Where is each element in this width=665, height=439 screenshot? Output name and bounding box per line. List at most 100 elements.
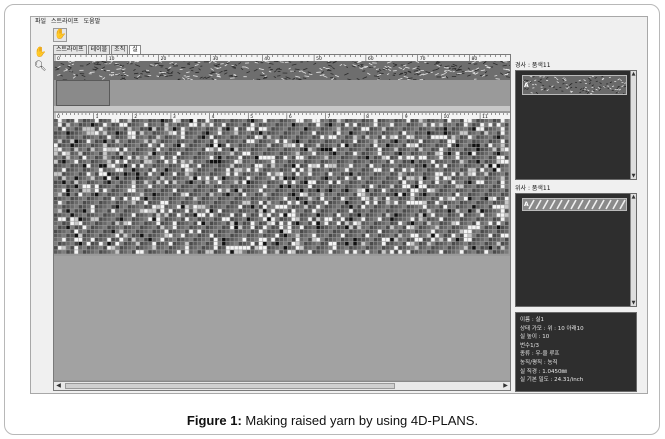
grid-cell xyxy=(361,246,365,250)
design-canvas[interactable]: 0 10 20 30 40 50 60 70 80 0 1 2 3 4 5 6 7 8 9 10 11 ◀ ▶ xyxy=(53,54,511,391)
grid-cell xyxy=(127,127,132,131)
grid-cell xyxy=(332,119,337,123)
grid-cell xyxy=(304,180,308,184)
weave-grid[interactable] xyxy=(54,119,510,256)
grid-cell xyxy=(66,160,70,164)
grid-cell xyxy=(74,250,78,254)
scroll-right-icon[interactable]: ▶ xyxy=(501,382,510,390)
grid-cell xyxy=(377,184,382,189)
grid-cell xyxy=(218,209,222,213)
grid-cell xyxy=(242,123,247,127)
warp-yarn-list[interactable]: A ▲ ▼ xyxy=(515,70,637,180)
grid-cell xyxy=(324,233,329,238)
menu-help[interactable]: 도움말 xyxy=(84,17,101,26)
grid-cell xyxy=(316,168,320,172)
scroll-down-icon[interactable]: ▼ xyxy=(631,300,636,306)
grid-cell xyxy=(386,196,390,201)
grid-cell xyxy=(70,151,74,156)
grid-cell xyxy=(455,172,460,176)
grid-cell xyxy=(78,233,83,238)
tab-stripe[interactable]: 스트라이프 xyxy=(53,45,87,54)
weft-yarn-thumbnail[interactable]: A xyxy=(522,198,627,211)
grid-cell xyxy=(242,176,247,180)
grid-cell xyxy=(312,221,316,225)
tab-table[interactable]: 테이블 xyxy=(87,45,111,54)
selection-box[interactable] xyxy=(56,80,110,106)
scroll-down-icon[interactable]: ▼ xyxy=(631,173,636,179)
grid-cell xyxy=(406,123,411,127)
hand-icon[interactable]: ✋ xyxy=(34,47,46,58)
scroll-up-icon[interactable]: ▲ xyxy=(631,71,636,77)
warp-list-scrollbar[interactable]: ▲ ▼ xyxy=(630,71,636,179)
grid-cell xyxy=(213,127,218,131)
grid-cell xyxy=(357,205,361,209)
grid-cell xyxy=(336,160,341,164)
horizontal-scrollbar[interactable]: ◀ ▶ xyxy=(54,381,510,390)
grid-cell xyxy=(472,155,476,160)
grid-cell xyxy=(131,201,136,205)
tab-weave[interactable]: 조직 xyxy=(111,45,129,54)
magnifier-icon[interactable]: 🔍︎ xyxy=(34,61,47,72)
grid-cell xyxy=(464,192,468,197)
grid-cell xyxy=(505,201,509,205)
grid-cell xyxy=(459,242,464,246)
grid-cell xyxy=(58,184,62,189)
tab-yarn[interactable]: 실 xyxy=(129,45,141,54)
grid-cell xyxy=(246,242,251,246)
grid-cell xyxy=(406,127,411,131)
grid-cell xyxy=(414,192,419,197)
grid-cell xyxy=(156,147,160,152)
grid-cell xyxy=(361,160,365,164)
grid-cell xyxy=(197,127,201,131)
grid-cell xyxy=(295,217,300,221)
grid-cell xyxy=(250,184,255,189)
menu-stripe[interactable]: 스트라이프 xyxy=(51,17,79,26)
grid-cell xyxy=(431,160,435,164)
grid-cell xyxy=(472,237,476,242)
grid-cell xyxy=(103,217,107,221)
grid-cell xyxy=(160,192,165,197)
grid-cell xyxy=(66,217,70,221)
grid-cell xyxy=(78,139,83,143)
warp-yarn-thumbnail[interactable]: A xyxy=(522,75,627,95)
grid-cell xyxy=(103,127,107,131)
grid-cell xyxy=(144,205,148,209)
grid-cell xyxy=(131,196,136,201)
grid-cell xyxy=(74,123,78,127)
grid-cell xyxy=(373,143,378,148)
grid-cell xyxy=(480,196,484,201)
menu-file[interactable]: 파일 xyxy=(35,17,46,26)
grid-cell xyxy=(181,237,185,242)
grid-cell xyxy=(451,250,456,254)
scroll-up-icon[interactable]: ▲ xyxy=(631,194,636,200)
grid-cell xyxy=(382,221,386,225)
weft-yarn-list[interactable]: A ▲ ▼ xyxy=(515,193,637,307)
grid-cell xyxy=(341,217,345,221)
grid-cell xyxy=(439,242,443,246)
grid-cell xyxy=(95,188,99,193)
grid-cell xyxy=(213,229,218,234)
empty-canvas-area[interactable] xyxy=(54,256,510,380)
grid-cell xyxy=(312,213,316,217)
grid-cell xyxy=(115,201,119,205)
weft-list-scrollbar[interactable]: ▲ ▼ xyxy=(630,194,636,306)
grid-cell xyxy=(304,168,308,172)
grid-cell xyxy=(168,135,173,139)
grid-cell xyxy=(357,192,361,197)
scroll-left-icon[interactable]: ◀ xyxy=(54,382,63,390)
grid-cell xyxy=(353,209,357,213)
grid-cell xyxy=(90,184,95,189)
grid-cell xyxy=(394,225,398,230)
grid-cell xyxy=(148,164,152,168)
grid-cell xyxy=(238,151,242,156)
grid-cell xyxy=(54,209,58,213)
scroll-thumb[interactable] xyxy=(65,383,395,389)
grid-cell xyxy=(308,242,312,246)
grid-cell xyxy=(201,192,206,197)
grid-cell xyxy=(66,172,70,176)
grid-cell xyxy=(230,196,234,201)
grid-cell xyxy=(168,237,173,242)
hand-tool-button[interactable]: ✋ xyxy=(53,28,67,42)
grid-cell xyxy=(373,188,378,193)
grid-cell xyxy=(345,147,349,152)
